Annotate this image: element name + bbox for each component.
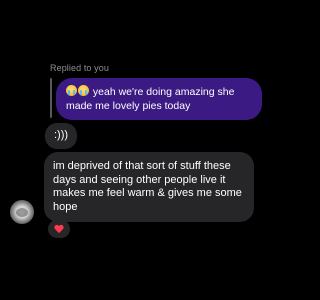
quoted-message-bubble[interactable]: yeah we're doing amazing she made me lov… [56, 78, 262, 120]
message-text: :))) [54, 129, 69, 141]
replied-to-label: Replied to you [50, 63, 109, 73]
reply-indicator-bar [50, 78, 52, 118]
heart-icon [54, 225, 64, 234]
loudly-crying-face-icon [66, 85, 77, 96]
message-thread: Replied to you yeah we're doing amazing … [0, 0, 300, 300]
message-text: im deprived of that sort of stuff these … [53, 160, 242, 213]
message-bubble[interactable]: :))) [45, 123, 78, 149]
message-bubble[interactable]: im deprived of that sort of stuff these … [44, 152, 254, 222]
quoted-message-text: yeah we're doing amazing she made me lov… [66, 86, 235, 112]
reaction-badge[interactable] [48, 220, 70, 238]
sender-avatar[interactable] [10, 200, 34, 224]
loudly-crying-face-icon [78, 85, 89, 96]
